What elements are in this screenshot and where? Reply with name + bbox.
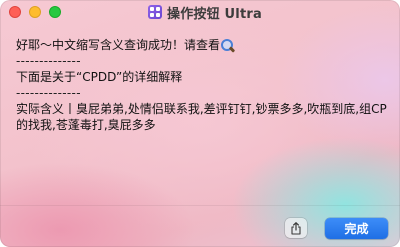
close-window-button[interactable] (9, 6, 21, 18)
dialog-window: 操作按钮 Ultra 好耶～中文缩写含义查询成功！请查看 -----------… (0, 0, 400, 247)
result-line-success: 好耶～中文缩写含义查询成功！请查看 (16, 37, 388, 53)
result-line-meaning: 实际含义丨臭屁弟弟,处情侣联系我,差评钉钉,钞票多多,吹瓶到底,组CP的找我,苍… (16, 102, 387, 132)
title-bar: 操作按钮 Ultra (0, 0, 400, 26)
divider-line: -------------- (16, 54, 81, 68)
app-grid-icon (148, 5, 162, 19)
window-title: 操作按钮 Ultra (167, 6, 262, 22)
share-icon (291, 221, 301, 235)
result-text: 好耶～中文缩写含义查询成功！请查看 -------------- 下面是关于“C… (16, 37, 388, 133)
result-line-heading: 下面是关于“CPDD”的详细解释 (16, 70, 183, 84)
maximize-window-button[interactable] (49, 6, 61, 18)
dialog-footer: 完成 (0, 205, 400, 247)
magnifying-glass-icon (221, 38, 236, 53)
success-message: 好耶～中文缩写含义查询成功！请查看 (16, 38, 221, 52)
minimize-window-button[interactable] (29, 6, 41, 18)
done-button[interactable]: 完成 (325, 218, 388, 239)
window-title-group: 操作按钮 Ultra (148, 4, 262, 22)
share-button[interactable] (285, 218, 307, 238)
divider-line: -------------- (16, 86, 81, 100)
